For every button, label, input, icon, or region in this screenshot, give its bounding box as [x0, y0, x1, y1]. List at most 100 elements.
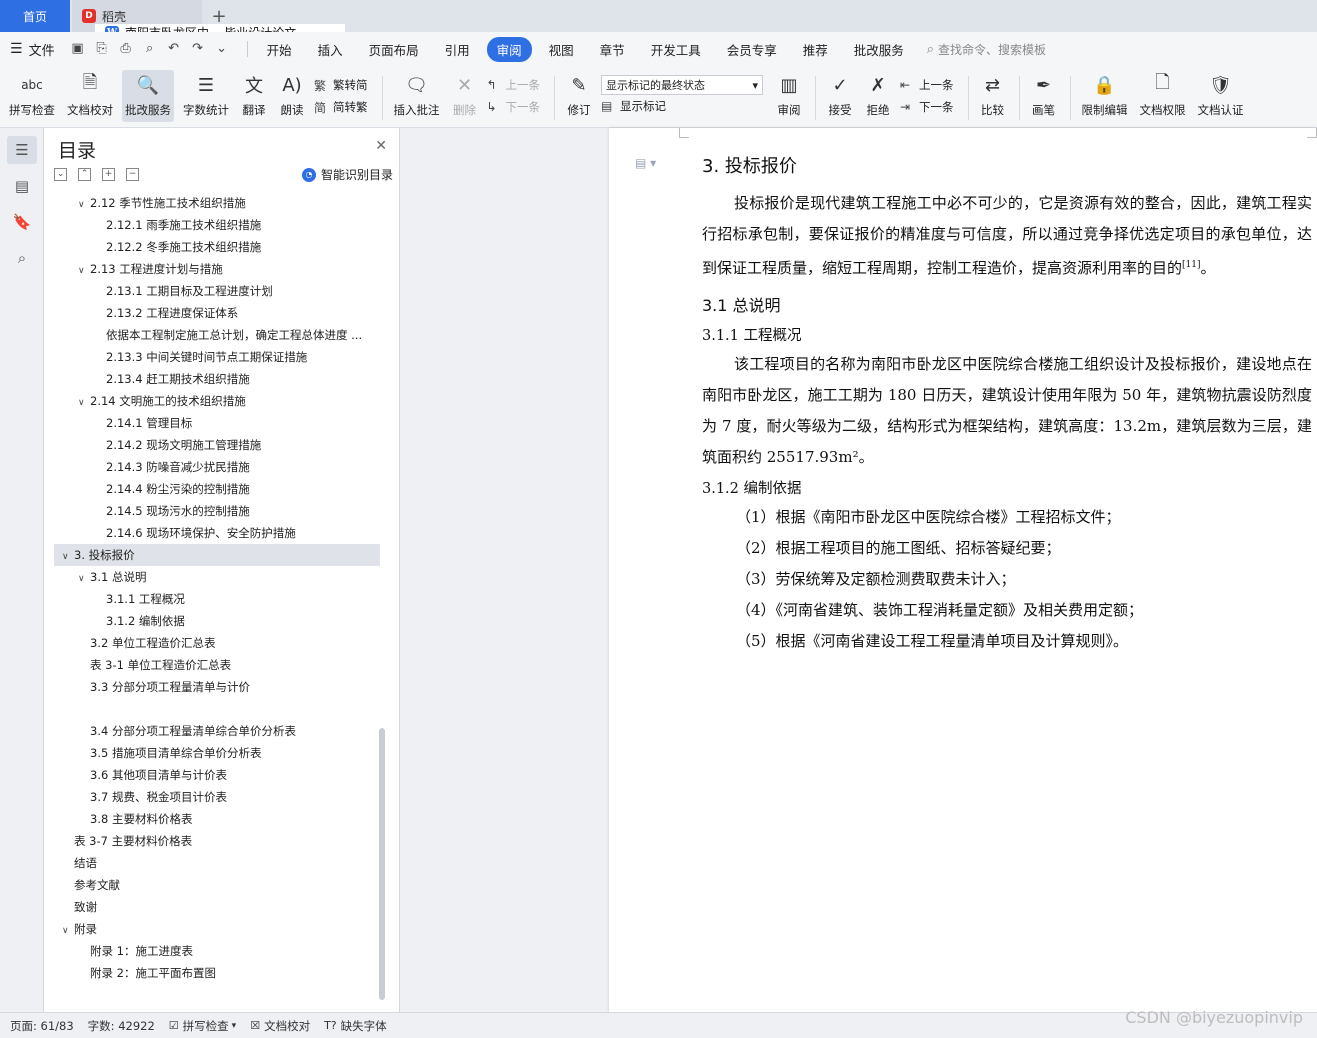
toc-item[interactable]: ∨ 2.12 季节性施工技术组织措施 — [54, 192, 380, 214]
status-missing-font[interactable]: T? 缺失字体 — [324, 1018, 387, 1034]
toc-item[interactable]: ∨ 2.13 工程进度计划与措施 — [54, 258, 380, 280]
document-body[interactable]: 3. 投标报价 投标报价是现代建筑工程施工中必不可少的，它是资源有效的整合，因此… — [702, 152, 1312, 657]
toc-item[interactable]: 2.14.4 粉尘污染的控制措施 — [54, 478, 380, 500]
toc-item[interactable]: 致谢 — [54, 896, 380, 918]
prev-comment-button[interactable]: ↰ 上一条 — [487, 74, 541, 96]
toc-item[interactable]: 3.3 分部分项工程量清单与计价 — [54, 676, 380, 698]
chevron-down-icon[interactable]: ∨ — [78, 392, 90, 412]
toc-item[interactable]: ∨ 附录 — [54, 918, 380, 940]
menu-tab[interactable]: 引用 — [436, 37, 479, 62]
trad-to-simp-button[interactable]: 繁繁转简 — [314, 74, 368, 96]
toc-item[interactable]: 表 3-7 主要材料价格表 — [54, 830, 380, 852]
toc-item[interactable]: 2.12.2 冬季施工技术组织措施 — [54, 236, 380, 258]
paragraph-doc-icon[interactable]: ▤ ▾ — [635, 156, 656, 170]
expand-all-icon[interactable]: ⌃ — [78, 168, 91, 181]
status-spellcheck[interactable]: ☑ 拼写检查 ▾ — [169, 1018, 236, 1034]
toc-item[interactable]: 2.14.2 现场文明施工管理措施 — [54, 434, 380, 456]
status-proofread[interactable]: ☒ 文档校对 — [250, 1018, 310, 1034]
file-menu[interactable]: ☰ 文件 — [10, 40, 55, 59]
menu-tab[interactable]: 开始 — [258, 37, 301, 62]
chevron-down-icon[interactable]: ∨ — [62, 920, 74, 940]
bookmark-icon[interactable]: 🔖 — [7, 208, 37, 236]
translate-button[interactable]: 文翻译 — [238, 70, 270, 122]
toc-item[interactable]: 表 3-1 单位工程造价汇总表 — [54, 654, 380, 676]
collapse-all-icon[interactable]: ⌄ — [54, 168, 67, 181]
accept-button[interactable]: ✓ 接受 — [824, 70, 856, 122]
prev-change-button[interactable]: ⇤ 上一条 — [900, 74, 954, 96]
undo-icon[interactable]: ↶ — [165, 40, 183, 58]
toc-item[interactable]: 2.14.6 现场环境保护、安全防护措施 — [54, 522, 380, 544]
menu-tab[interactable]: 会员专享 — [718, 37, 786, 62]
toc-item[interactable]: 3.5 措施项目清单综合单价分析表 — [54, 742, 380, 764]
menu-tab[interactable]: 页面布局 — [360, 37, 428, 62]
word-count-button[interactable]: ☰ 字数统计 — [180, 70, 232, 122]
redo-icon[interactable]: ↷ — [189, 40, 207, 58]
toc-item[interactable]: 3.8 主要材料价格表 — [54, 808, 380, 830]
toc-item[interactable]: 2.13.1 工期目标及工程进度计划 — [54, 280, 380, 302]
add-heading-icon[interactable]: + — [102, 168, 115, 181]
review-pane-button[interactable]: ▥ 审阅 — [773, 70, 805, 122]
toc-item[interactable]: 3.2 单位工程造价汇总表 — [54, 632, 380, 654]
simp-to-trad-button[interactable]: 简简转繁 — [314, 96, 368, 118]
toc-item[interactable]: 2.13.4 赶工期技术组织措施 — [54, 368, 380, 390]
toc-item[interactable]: ∨ 3.1 总说明 — [54, 566, 380, 588]
doc-cert-button[interactable]: 🛡 文档认证 — [1195, 70, 1247, 122]
toc-item[interactable]: 3.4 分部分项工程量清单综合单价分析表 — [54, 720, 380, 742]
remove-heading-icon[interactable]: − — [126, 168, 139, 181]
chevron-down-icon[interactable]: ∨ — [78, 194, 90, 214]
command-search[interactable]: ⌕ 查找命令、搜索模板 — [927, 41, 1046, 58]
pen-button[interactable]: ✒ 画笔 — [1028, 70, 1060, 122]
toc-item[interactable]: 参考文献 — [54, 874, 380, 896]
chevron-down-icon[interactable]: ∨ — [78, 260, 90, 280]
doc-proofread-button[interactable]: 🗎 文档校对 — [64, 70, 116, 122]
toc-item[interactable]: 2.14.3 防噪音减少扰民措施 — [54, 456, 380, 478]
reject-button[interactable]: ✗ 拒绝 — [862, 70, 894, 122]
menu-tab[interactable]: 开发工具 — [642, 37, 710, 62]
doc-permission-button[interactable]: 🗋 文档权限 — [1137, 70, 1189, 122]
more-chevron-icon[interactable]: ⌄ — [213, 40, 231, 58]
export-icon[interactable]: ⎘ — [93, 40, 111, 58]
chevron-down-icon[interactable]: ∨ — [62, 546, 74, 566]
toc-item[interactable]: 附录 2：施工平面布置图 — [54, 962, 380, 984]
show-markup-button[interactable]: ▤ 显示标记 — [601, 95, 763, 117]
spellcheck-button[interactable]: abc 拼写检查 — [6, 70, 58, 122]
toc-item[interactable]: 结语 — [54, 852, 380, 874]
page-count[interactable]: 页面: 61/83 — [10, 1018, 74, 1034]
compare-button[interactable]: ⇄ 比较 — [977, 70, 1009, 122]
menu-tab[interactable]: 插入 — [309, 37, 352, 62]
menu-tab[interactable]: 推荐 — [794, 37, 837, 62]
toc-panel-icon[interactable]: ☰ — [7, 136, 37, 164]
menu-tab[interactable]: 审阅 — [486, 36, 532, 62]
tab-home[interactable]: 首页 — [0, 0, 70, 32]
save-icon[interactable]: ▣ — [69, 40, 87, 58]
track-changes-button[interactable]: ✎ 修订 — [563, 70, 595, 122]
toc-item[interactable]: 2.12.1 雨季施工技术组织措施 — [54, 214, 380, 236]
toc-item[interactable]: ∨ 2.14 文明施工的技术组织措施 — [54, 390, 380, 412]
search-icon[interactable]: ⌕ — [7, 244, 37, 272]
review-service-button[interactable]: 🔍 批改服务 — [122, 70, 174, 122]
toc-item[interactable]: 3.6 其他项目清单与计价表 — [54, 764, 380, 786]
menu-tab[interactable]: 视图 — [540, 37, 583, 62]
document-page[interactable]: ▤ ▾ 3. 投标报价 投标报价是现代建筑工程施工中必不可少的，它是资源有效的整… — [609, 128, 1317, 1012]
toc-scrollbar[interactable] — [379, 728, 385, 1000]
word-count[interactable]: 字数: 42922 — [88, 1018, 155, 1034]
toc-item[interactable]: ∨ 3. 投标报价 — [54, 544, 380, 566]
toc-item[interactable] — [54, 698, 380, 720]
toc-item[interactable]: 2.13.2 工程进度保证体系 — [54, 302, 380, 324]
toc-item[interactable]: 附录 1：施工进度表 — [54, 940, 380, 962]
toc-item[interactable]: 3.1.1 工程概况 — [54, 588, 380, 610]
restrict-edit-button[interactable]: 🔒 限制编辑 — [1079, 70, 1131, 122]
smart-toc-button[interactable]: ◔ 智能识别目录 — [301, 166, 393, 183]
delete-comment-button[interactable]: ✕ 删除 — [449, 70, 481, 122]
toc-item[interactable]: 依据本工程制定施工总计划，确定工程总体进度 ... — [54, 324, 380, 346]
markup-state-select[interactable]: 显示标记的最终状态 ▾ — [601, 75, 763, 95]
read-aloud-button[interactable]: A) 朗读 — [276, 70, 308, 122]
toc-item[interactable]: 3.1.2 编制依据 — [54, 610, 380, 632]
next-change-button[interactable]: ⇥ 下一条 — [900, 96, 954, 118]
chevron-down-icon[interactable]: ∨ — [78, 568, 90, 588]
menu-tab[interactable]: 章节 — [591, 37, 634, 62]
insert-comment-button[interactable]: 🗨 插入批注 — [391, 70, 443, 122]
close-icon[interactable]: ✕ — [375, 138, 387, 154]
next-comment-button[interactable]: ↳ 下一条 — [487, 96, 541, 118]
preview-icon[interactable]: ⌕ — [141, 40, 159, 58]
